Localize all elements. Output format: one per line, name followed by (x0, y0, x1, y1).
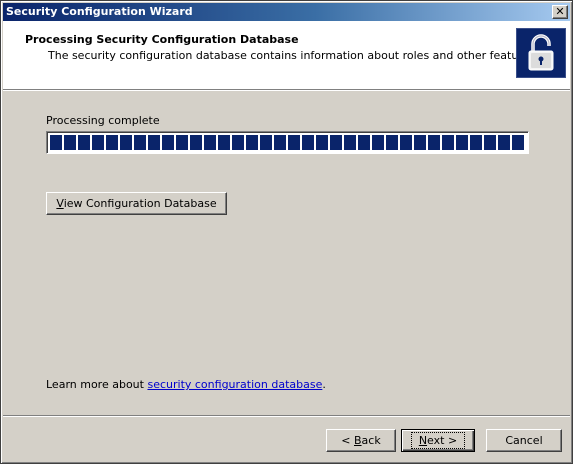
progress-bar (46, 131, 529, 154)
cancel-button[interactable]: Cancel (486, 429, 562, 452)
wizard-header: Processing Security Configuration Databa… (3, 21, 570, 91)
learn-more-text: Learn more about security configuration … (46, 378, 326, 391)
focus-rect: Next > (410, 432, 466, 449)
title-bar[interactable]: Security Configuration Wizard ✕ (3, 3, 570, 21)
back-button[interactable]: < Back (326, 429, 396, 452)
padlock-icon (516, 28, 566, 78)
close-button[interactable]: ✕ (552, 5, 568, 19)
security-configuration-database-link[interactable]: security configuration database (147, 378, 322, 391)
progress-label: Processing complete (46, 114, 160, 127)
learn-more-suffix: . (322, 378, 326, 391)
progress-fill (50, 135, 526, 150)
footer-separator (3, 415, 570, 417)
window-title: Security Configuration Wizard (6, 5, 193, 18)
next-button[interactable]: Next > (401, 429, 475, 452)
view-configuration-database-button[interactable]: View Configuration Database (46, 192, 227, 215)
wizard-window: Security Configuration Wizard ✕ Processi… (0, 0, 573, 464)
learn-more-prefix: Learn more about (46, 378, 148, 391)
page-subtitle: The security configuration database cont… (48, 49, 539, 62)
page-title: Processing Security Configuration Databa… (25, 33, 299, 46)
close-icon: ✕ (555, 5, 565, 18)
